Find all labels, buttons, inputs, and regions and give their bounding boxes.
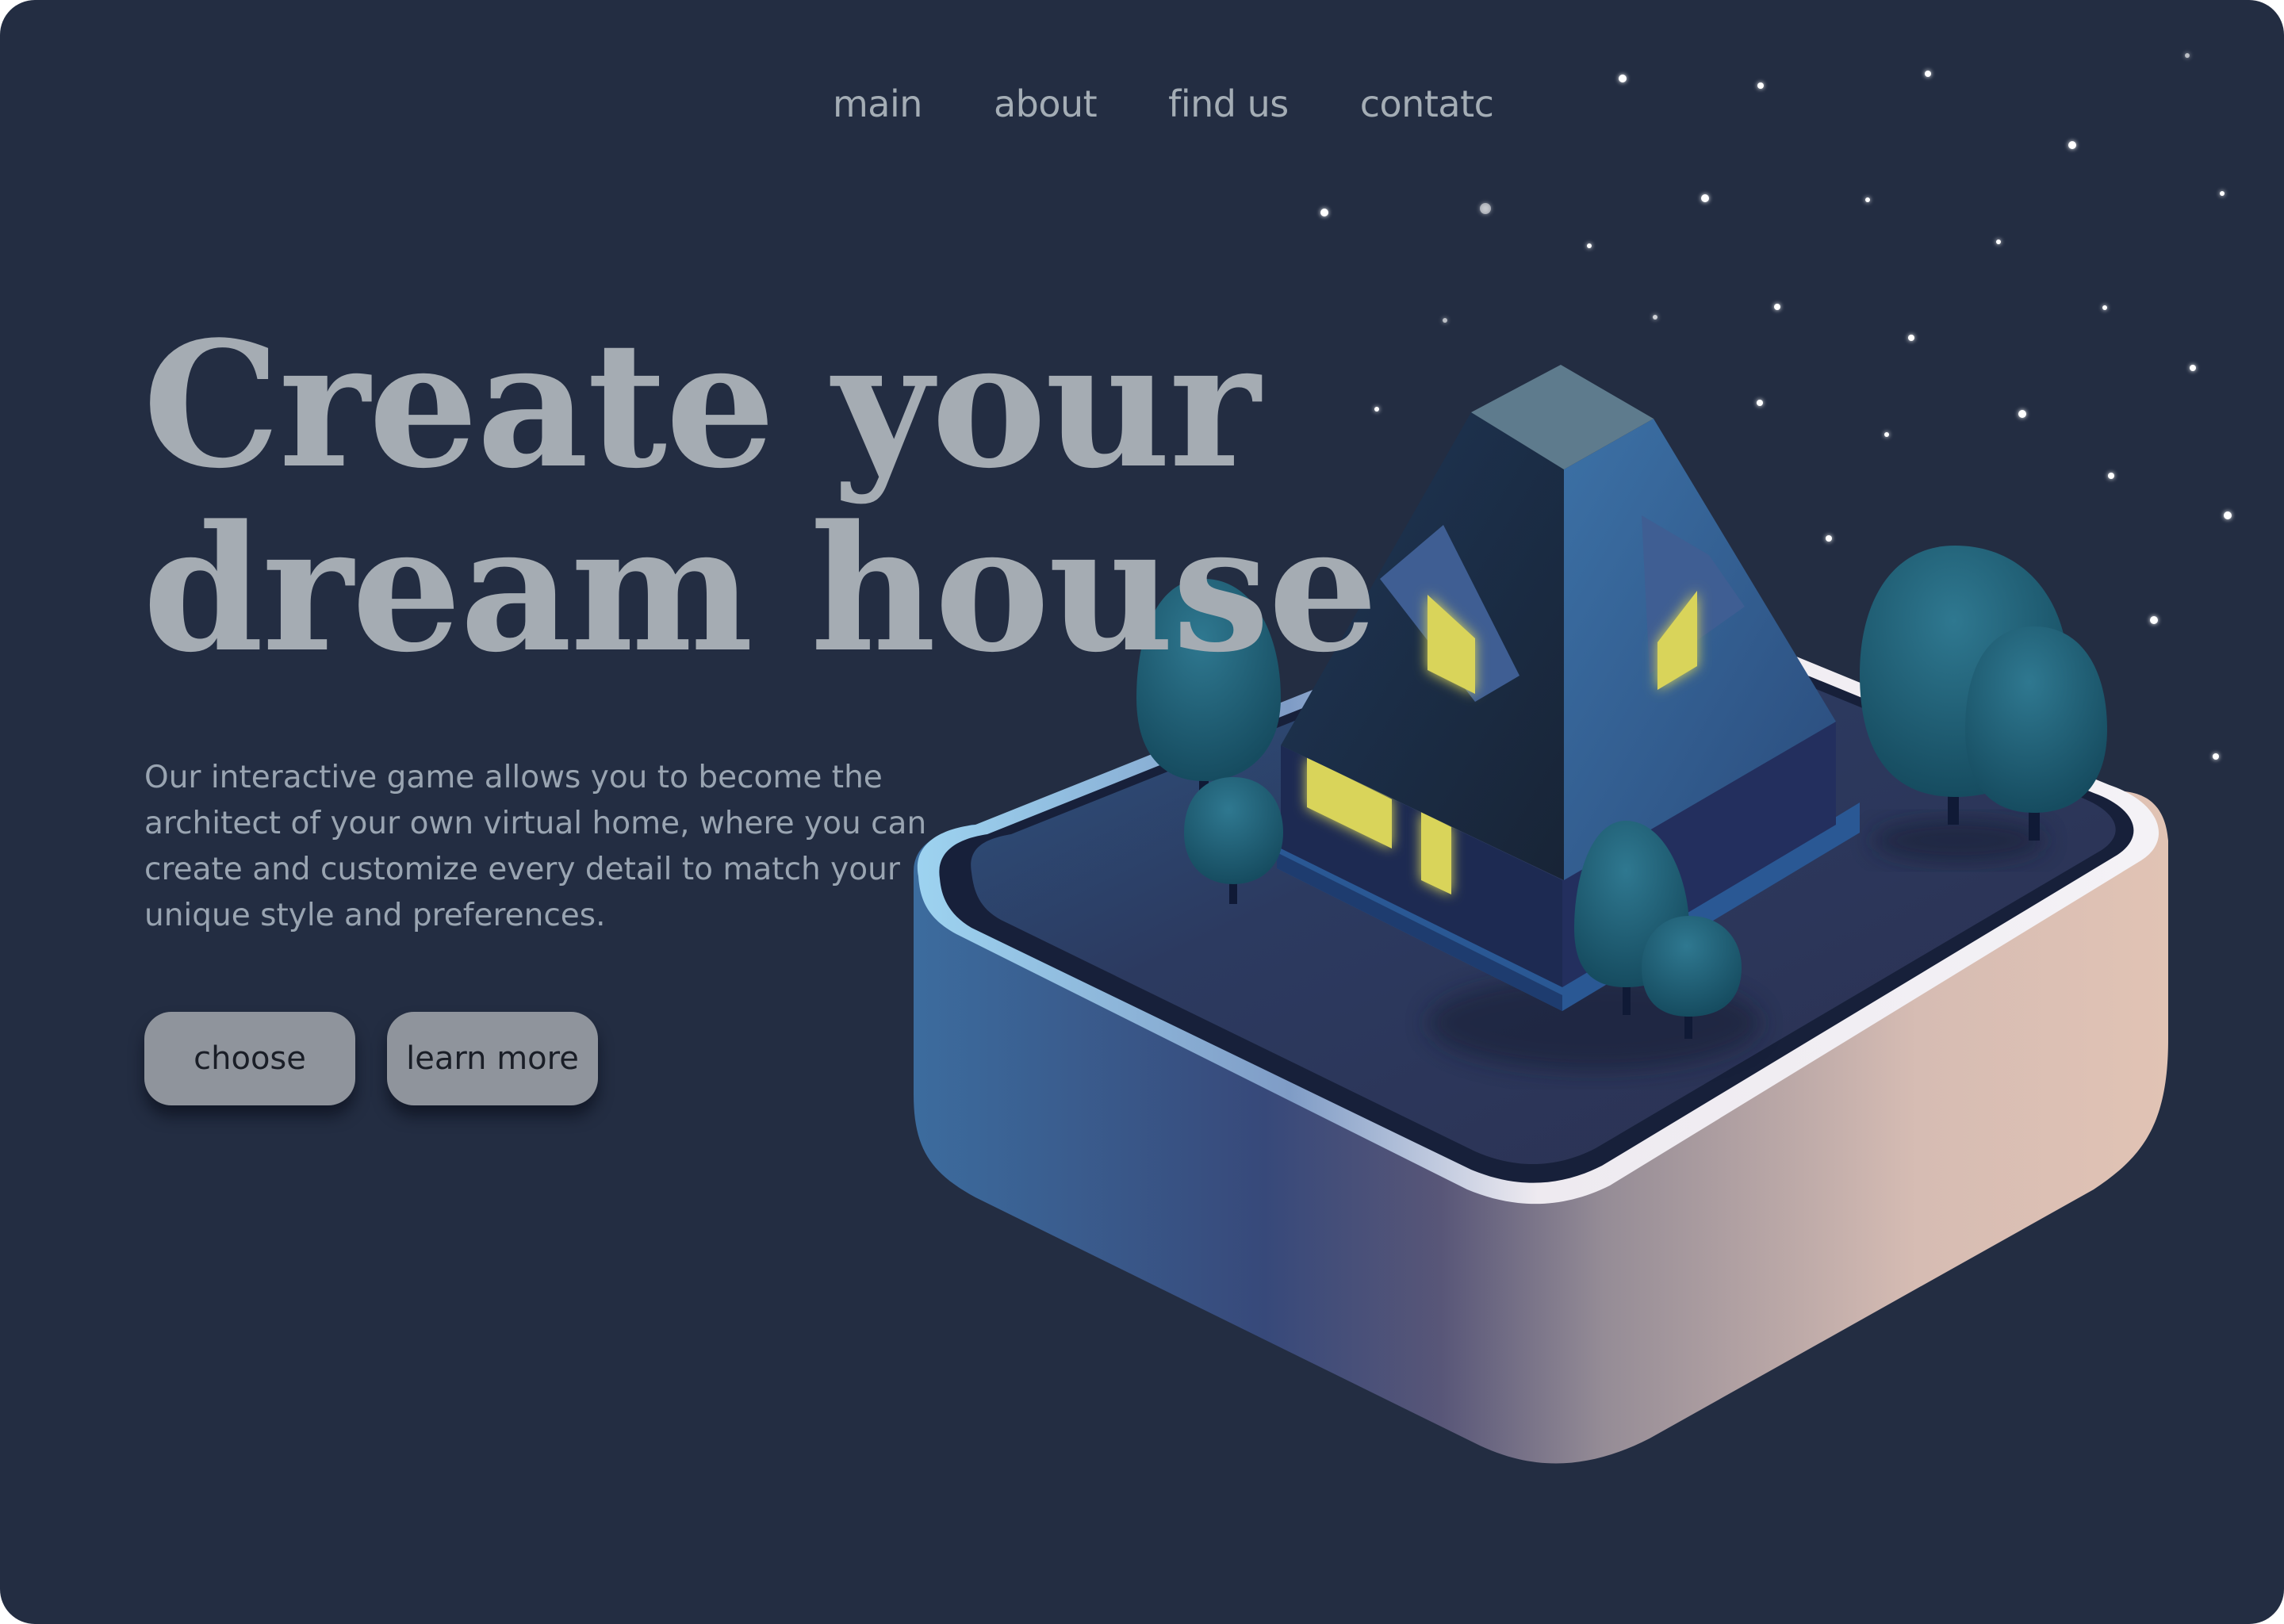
star-icon — [1701, 194, 1709, 202]
nav-link-find-us[interactable]: find us — [1168, 76, 1289, 132]
star-icon — [1996, 239, 2001, 244]
tree-icon — [1184, 777, 1283, 884]
star-icon — [2213, 753, 2219, 760]
star-icon — [1619, 75, 1627, 82]
star-icon — [2150, 616, 2158, 624]
page-frame: main about find us contatc Create your d… — [0, 0, 2284, 1624]
star-icon — [2108, 473, 2114, 479]
star-icon — [1757, 400, 1763, 406]
tree-icon — [1642, 916, 1742, 1017]
star-icon — [1925, 71, 1931, 77]
star-icon — [1320, 209, 1328, 216]
star-icon — [2018, 410, 2026, 418]
star-icon — [1826, 535, 1832, 542]
star-icon — [2185, 53, 2190, 58]
star-icon — [2220, 191, 2225, 196]
star-icon — [2102, 305, 2107, 310]
star-icon — [1908, 335, 1914, 341]
star-icon — [2068, 141, 2076, 149]
hero-title-line-2: dream house — [143, 488, 1378, 691]
tree-icon — [1965, 626, 2107, 813]
star-icon — [1757, 82, 1764, 89]
choose-button[interactable]: choose — [144, 1012, 355, 1105]
star-icon — [1774, 304, 1780, 310]
star-icon — [1653, 315, 1657, 320]
nav-link-about[interactable]: about — [994, 76, 1098, 132]
star-icon — [1865, 197, 1870, 202]
star-icon — [2190, 365, 2196, 371]
hero-title: Create your dream house — [143, 304, 1378, 691]
star-icon — [1884, 432, 1889, 437]
tree-shadow — [1872, 818, 2046, 863]
nav-link-contact[interactable]: contatc — [1360, 76, 1494, 132]
top-nav: main about find us contatc — [833, 76, 1565, 132]
star-icon — [1587, 243, 1592, 248]
star-icon — [1443, 318, 1447, 323]
star-icon — [2224, 511, 2232, 519]
nav-link-main[interactable]: main — [833, 76, 922, 132]
hero-title-line-1: Create your — [143, 304, 1260, 507]
learn-more-button[interactable]: learn more — [387, 1012, 598, 1105]
star-icon — [1480, 203, 1491, 214]
hero-description: Our interactive game allows you to becom… — [144, 760, 927, 933]
